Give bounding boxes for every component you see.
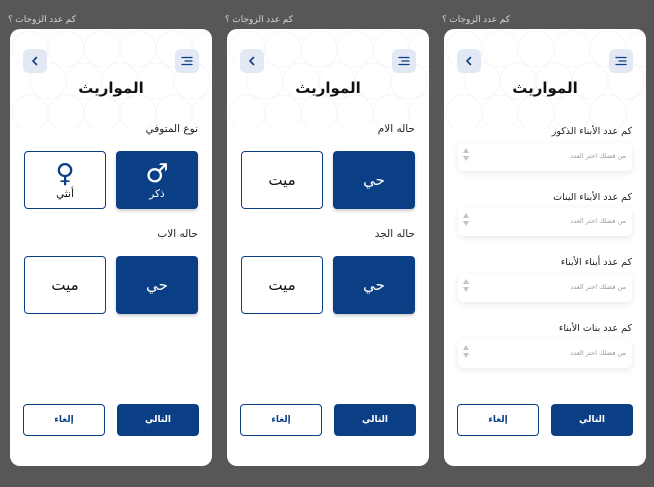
cancel-button[interactable]: إلغاء — [457, 404, 539, 436]
number-stepper[interactable] — [463, 148, 469, 161]
number-stepper[interactable] — [463, 279, 469, 292]
stepper-down-icon[interactable] — [463, 353, 469, 358]
mother-status-label: حاله الام — [377, 123, 415, 135]
granddaughters-count-label: كم عدد بنات الأبناء — [558, 323, 632, 334]
father-option-deceased[interactable]: ميت — [24, 256, 106, 314]
frame-caption-2: كم عدد الزوجات ؟ — [225, 14, 293, 24]
page-title: المواريث — [512, 79, 578, 97]
next-button[interactable]: التالي — [117, 404, 199, 436]
stepper-up-icon[interactable] — [463, 148, 469, 153]
sons-count-label: كم عدد الأبناء الذكور — [551, 126, 632, 137]
grandsons-count-label: كم عدد أبناء الأبناء — [560, 257, 632, 268]
mother-option-alive-label: حي — [363, 171, 385, 189]
grandfather-option-alive[interactable]: حي — [333, 256, 415, 314]
grandfather-option-deceased-label: ميت — [268, 276, 296, 294]
menu-button[interactable] — [392, 49, 416, 73]
chevron-left-icon — [31, 56, 38, 66]
cancel-button[interactable]: إلغاء — [23, 404, 105, 436]
gender-option-female[interactable]: ♀ أنثي — [24, 151, 106, 209]
granddaughters-count-input[interactable]: من فضلك اختر العدد — [458, 340, 632, 368]
chevron-left-icon — [248, 56, 255, 66]
male-symbol-icon: ♂ — [145, 158, 169, 189]
stepper-up-icon[interactable] — [463, 345, 469, 350]
frame-caption-1: كم عدد الزوجات ؟ — [8, 14, 76, 24]
daughters-count-input[interactable]: من فضلك اختر العدد — [458, 208, 632, 236]
grandsons-count-input[interactable]: من فضلك اختر العدد — [458, 274, 632, 302]
gender-option-female-label: أنثي — [56, 187, 74, 200]
mother-option-deceased-label: ميت — [268, 171, 296, 189]
number-stepper[interactable] — [463, 345, 469, 358]
next-button[interactable]: التالي — [334, 404, 416, 436]
chevron-left-icon — [465, 56, 472, 66]
grandfather-option-deceased[interactable]: ميت — [241, 256, 323, 314]
father-option-deceased-label: ميت — [51, 276, 79, 294]
daughters-count-label: كم عدد الأبناء البنات — [553, 192, 632, 203]
deceased-gender-label: نوع المتوفي — [145, 123, 199, 135]
father-option-alive[interactable]: حي — [116, 256, 198, 314]
menu-button[interactable] — [609, 49, 633, 73]
stepper-down-icon[interactable] — [463, 156, 469, 161]
frame-caption-3: كم عدد الزوجات ؟ — [442, 14, 510, 24]
stepper-up-icon[interactable] — [463, 279, 469, 284]
gender-option-male[interactable]: ♂ ذكر — [116, 151, 198, 209]
granddaughters-count-placeholder: من فضلك اختر العدد — [570, 349, 626, 357]
phone-screen-parents-status: المواريث حاله الام حي ميت حاله الجد حي م… — [227, 29, 429, 466]
father-option-alive-label: حي — [146, 276, 168, 294]
sons-count-placeholder: من فضلك اختر العدد — [570, 152, 626, 160]
next-button[interactable]: التالي — [551, 404, 633, 436]
page-title: المواريث — [78, 79, 144, 97]
mother-option-deceased[interactable]: ميت — [241, 151, 323, 209]
phone-screen-deceased-info: المواريث نوع المتوفي ♂ ذكر ♀ أنثي حاله ا… — [10, 29, 212, 466]
page-title: المواريث — [295, 79, 361, 97]
grandsons-count-placeholder: من فضلك اختر العدد — [570, 283, 626, 291]
back-button[interactable] — [23, 49, 47, 73]
menu-button[interactable] — [175, 49, 199, 73]
back-button[interactable] — [240, 49, 264, 73]
grandfather-option-alive-label: حي — [363, 276, 385, 294]
grandfather-status-label: حاله الجد — [374, 228, 415, 240]
gender-option-male-label: ذكر — [149, 187, 165, 200]
father-status-label: حاله الاب — [157, 228, 198, 240]
sons-count-input[interactable]: من فضلك اختر العدد — [458, 143, 632, 171]
menu-lines-icon — [181, 56, 193, 66]
stepper-up-icon[interactable] — [463, 213, 469, 218]
phone-screen-descendants-count: المواريث كم عدد الأبناء الذكور من فضلك ا… — [444, 29, 646, 466]
daughters-count-placeholder: من فضلك اختر العدد — [570, 217, 626, 225]
stepper-down-icon[interactable] — [463, 287, 469, 292]
back-button[interactable] — [457, 49, 481, 73]
menu-lines-icon — [615, 56, 627, 66]
menu-lines-icon — [398, 56, 410, 66]
cancel-button[interactable]: إلغاء — [240, 404, 322, 436]
female-symbol-icon: ♀ — [55, 158, 75, 189]
number-stepper[interactable] — [463, 213, 469, 226]
stepper-down-icon[interactable] — [463, 221, 469, 226]
mother-option-alive[interactable]: حي — [333, 151, 415, 209]
